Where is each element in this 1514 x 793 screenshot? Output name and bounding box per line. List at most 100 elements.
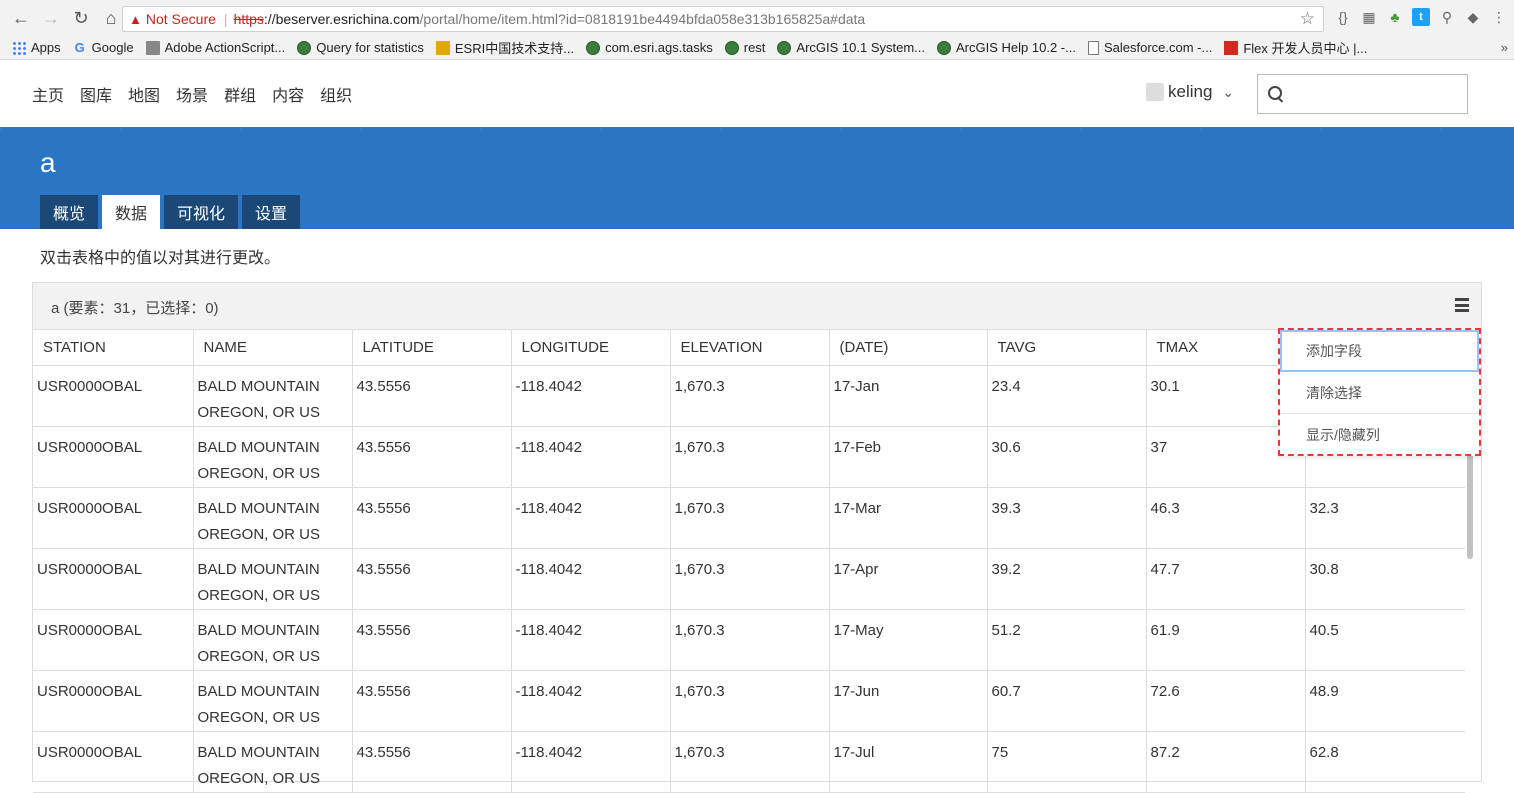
table-cell[interactable]: USR0000OBAL (33, 670, 194, 732)
table-cell[interactable]: BALD MOUNTAIN OREGON, OR US (193, 426, 353, 488)
table-cell[interactable]: BALD MOUNTAIN OREGON, OR US (193, 731, 353, 793)
column-header[interactable]: STATION (33, 330, 194, 366)
table-cell[interactable]: 30.6 (987, 426, 1147, 488)
table-cell[interactable]: 43.5556 (352, 426, 512, 488)
bookmark-arcgis-101[interactable]: ArcGIS 10.1 System... (777, 40, 925, 55)
table-cell[interactable]: 17-Jul (829, 731, 988, 793)
bookmark-query-statistics[interactable]: Query for statistics (297, 40, 424, 55)
table-cell[interactable]: 17-May (829, 609, 988, 671)
json-extension-icon[interactable]: {} (1334, 8, 1352, 26)
table-cell[interactable]: 51.2 (987, 609, 1147, 671)
table-cell[interactable]: 1,670.3 (670, 670, 830, 732)
table-cell[interactable]: -118.4042 (511, 609, 671, 671)
table-cell[interactable]: USR0000OBAL (33, 365, 194, 427)
table-row[interactable]: USR0000OBAL BALD MOUNTAIN OREGON, OR US 43… (33, 548, 1465, 610)
bookmark-flex[interactable]: Flex 开发人员中心 |... (1224, 38, 1367, 57)
leaf-extension-icon[interactable]: ♣ (1386, 8, 1404, 26)
home-icon[interactable]: ⌂ (98, 5, 124, 31)
nav-gallery[interactable]: 图库 (80, 82, 112, 106)
table-cell[interactable]: -118.4042 (511, 426, 671, 488)
nav-map[interactable]: 地图 (128, 82, 160, 106)
table-cell[interactable]: 1,670.3 (670, 426, 830, 488)
table-cell[interactable]: 47.7 (1146, 548, 1306, 610)
table-cell[interactable]: 32.3 (1305, 487, 1465, 549)
bookmark-arcgis-help[interactable]: ArcGIS Help 10.2 -... (937, 40, 1076, 55)
table-cell[interactable]: 43.5556 (352, 365, 512, 427)
table-cell[interactable]: USR0000OBAL (33, 731, 194, 793)
bookmark-adobe-actionscript[interactable]: Adobe ActionScript... (145, 40, 285, 55)
bookmark-apps[interactable]: Apps (12, 40, 61, 55)
reload-icon[interactable]: ↻ (68, 5, 94, 31)
table-cell[interactable]: -118.4042 (511, 670, 671, 732)
table-cell[interactable]: 23.4 (987, 365, 1147, 427)
back-icon[interactable]: ← (8, 5, 34, 31)
table-cell[interactable]: 43.5556 (352, 609, 512, 671)
table-cell[interactable]: 17-Jun (829, 670, 988, 732)
table-cell[interactable]: USR0000OBAL (33, 426, 194, 488)
table-cell[interactable]: 87.2 (1146, 731, 1306, 793)
table-cell[interactable]: 75 (987, 731, 1147, 793)
extension-icon[interactable]: ▦ (1360, 8, 1378, 26)
table-cell[interactable]: 1,670.3 (670, 365, 830, 427)
tab-overview[interactable]: 概览 (40, 195, 99, 229)
tab-settings[interactable]: 设置 (242, 195, 301, 229)
table-cell[interactable]: 43.5556 (352, 670, 512, 732)
table-cell[interactable]: 1,670.3 (670, 731, 830, 793)
table-menu-icon[interactable] (1455, 298, 1469, 312)
search-input[interactable] (1290, 86, 1460, 102)
table-cell[interactable]: 17-Mar (829, 487, 988, 549)
table-cell[interactable]: 48.9 (1305, 670, 1465, 732)
tab-data[interactable]: 数据 (102, 195, 161, 229)
table-cell[interactable]: 43.5556 (352, 548, 512, 610)
table-cell[interactable]: 61.9 (1146, 609, 1306, 671)
column-header[interactable]: (DATE) (829, 330, 988, 366)
table-cell[interactable]: 43.5556 (352, 731, 512, 793)
column-header[interactable]: LONGITUDE (511, 330, 671, 366)
chrome-menu-icon[interactable]: ⋮ (1490, 8, 1508, 26)
nav-home[interactable]: 主页 (32, 82, 64, 106)
table-cell[interactable]: 1,670.3 (670, 609, 830, 671)
nav-groups[interactable]: 群组 (224, 82, 256, 106)
column-header[interactable]: TAVG (987, 330, 1147, 366)
nav-content[interactable]: 内容 (272, 82, 304, 106)
table-cell[interactable]: 72.6 (1146, 670, 1306, 732)
table-row[interactable]: USR0000OBAL BALD MOUNTAIN OREGON, OR US 43… (33, 426, 1465, 488)
table-cell[interactable]: BALD MOUNTAIN OREGON, OR US (193, 487, 353, 549)
table-cell[interactable]: 17-Apr (829, 548, 988, 610)
column-header[interactable]: ELEVATION (670, 330, 830, 366)
menu-item-add-field[interactable]: 添加字段 (1280, 330, 1479, 372)
nav-scene[interactable]: 场景 (176, 82, 208, 106)
table-cell[interactable]: BALD MOUNTAIN OREGON, OR US (193, 548, 353, 610)
table-row[interactable]: USR0000OBAL BALD MOUNTAIN OREGON, OR US 43… (33, 365, 1465, 427)
bookmark-google[interactable]: G Google (73, 40, 134, 55)
table-cell[interactable]: 30.8 (1305, 548, 1465, 610)
address-bar[interactable]: ▲ Not Secure | https ://beserver.esrichi… (122, 6, 1324, 32)
nav-organization[interactable]: 组织 (320, 82, 352, 106)
tab-visualization[interactable]: 可视化 (164, 195, 239, 229)
table-cell[interactable]: -118.4042 (511, 365, 671, 427)
table-cell[interactable]: 17-Jan (829, 365, 988, 427)
table-row[interactable]: USR0000OBAL BALD MOUNTAIN OREGON, OR US 43… (33, 670, 1465, 732)
bookmark-salesforce[interactable]: Salesforce.com -... (1087, 40, 1212, 55)
table-cell[interactable]: USR0000OBAL (33, 487, 194, 549)
table-cell[interactable]: 39.3 (987, 487, 1147, 549)
table-row[interactable]: USR0000OBAL BALD MOUNTAIN OREGON, OR US 43… (33, 609, 1465, 671)
table-cell[interactable]: 62.8 (1305, 731, 1465, 793)
table-cell[interactable]: 60.7 (987, 670, 1147, 732)
table-cell[interactable]: 1,670.3 (670, 548, 830, 610)
twitter-icon[interactable]: t (1412, 8, 1430, 26)
table-cell[interactable]: BALD MOUNTAIN OREGON, OR US (193, 609, 353, 671)
table-row[interactable]: USR0000OBAL BALD MOUNTAIN OREGON, OR US 43… (33, 487, 1465, 549)
table-cell[interactable]: -118.4042 (511, 487, 671, 549)
column-header[interactable]: LATITUDE (352, 330, 512, 366)
table-cell[interactable]: 43.5556 (352, 487, 512, 549)
table-cell[interactable]: 1,670.3 (670, 487, 830, 549)
table-cell[interactable]: 17-Feb (829, 426, 988, 488)
table-cell[interactable]: -118.4042 (511, 731, 671, 793)
table-cell[interactable]: BALD MOUNTAIN OREGON, OR US (193, 365, 353, 427)
table-cell[interactable]: 40.5 (1305, 609, 1465, 671)
search-extension-icon[interactable]: ⚲ (1438, 8, 1456, 26)
table-row[interactable]: USR0000OBAL BALD MOUNTAIN OREGON, OR US 43… (33, 731, 1465, 793)
table-cell[interactable]: BALD MOUNTAIN OREGON, OR US (193, 670, 353, 732)
table-cell[interactable]: 39.2 (987, 548, 1147, 610)
